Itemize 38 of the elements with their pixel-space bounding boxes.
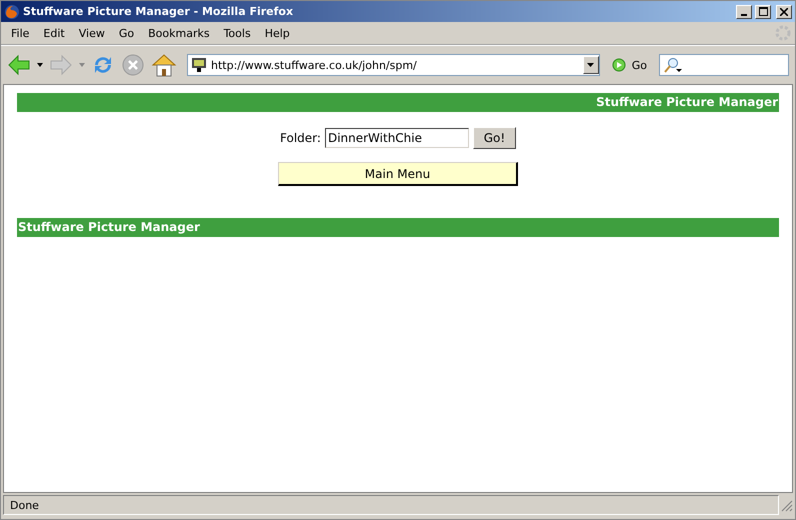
dropdown-button[interactable]: [582, 56, 599, 74]
play-icon: [612, 58, 626, 72]
back-button[interactable]: [7, 54, 31, 76]
maximize-icon: [758, 7, 768, 16]
minimize-button[interactable]: [736, 4, 752, 18]
menu-item[interactable]: Bookmarks: [142, 26, 216, 40]
caret-icon: [587, 63, 594, 67]
menu-item[interactable]: View: [72, 26, 111, 40]
status-text: Done: [3, 495, 779, 515]
search-field[interactable]: [659, 54, 789, 76]
browser-logo-icon: [4, 4, 20, 20]
main-menu-button[interactable]: Main Menu: [278, 162, 518, 186]
forward-button[interactable]: [49, 54, 73, 76]
menu-item[interactable]: Tools: [218, 26, 257, 40]
close-icon: [780, 8, 788, 16]
close-button[interactable]: [776, 4, 792, 18]
throbber-icon: [775, 25, 791, 41]
resize-grip-icon[interactable]: [779, 498, 793, 512]
home-button[interactable]: [151, 53, 177, 77]
menu-item[interactable]: File: [5, 26, 36, 40]
page-icon: [191, 57, 207, 73]
menu-item[interactable]: Edit: [37, 26, 71, 40]
menu-item[interactable]: Help: [258, 26, 296, 40]
address-text: http://www.stuffware.co.uk/john/spm/: [211, 58, 418, 72]
menu-item[interactable]: Go: [112, 26, 140, 40]
dropdown-caret-icon[interactable]: [37, 63, 43, 67]
go-button[interactable]: Go!: [472, 127, 516, 149]
go-button[interactable]: Go: [612, 58, 647, 72]
folder-field[interactable]: DinnerWithChie: [324, 128, 469, 148]
search-icon: [664, 57, 682, 73]
window-title: Stuffware Picture Manager - Mozilla Firefox: [23, 5, 294, 18]
page-header: Stuffware Picture Manager: [17, 93, 779, 112]
minimize-icon: [741, 14, 747, 16]
folder-label: Folder:: [280, 131, 321, 145]
maximize-button[interactable]: [755, 4, 771, 18]
address-field[interactable]: http://www.stuffware.co.uk/john/spm/: [187, 54, 600, 76]
stop-button[interactable]: [121, 53, 145, 77]
page-footer: Stuffware Picture Manager: [17, 218, 779, 237]
